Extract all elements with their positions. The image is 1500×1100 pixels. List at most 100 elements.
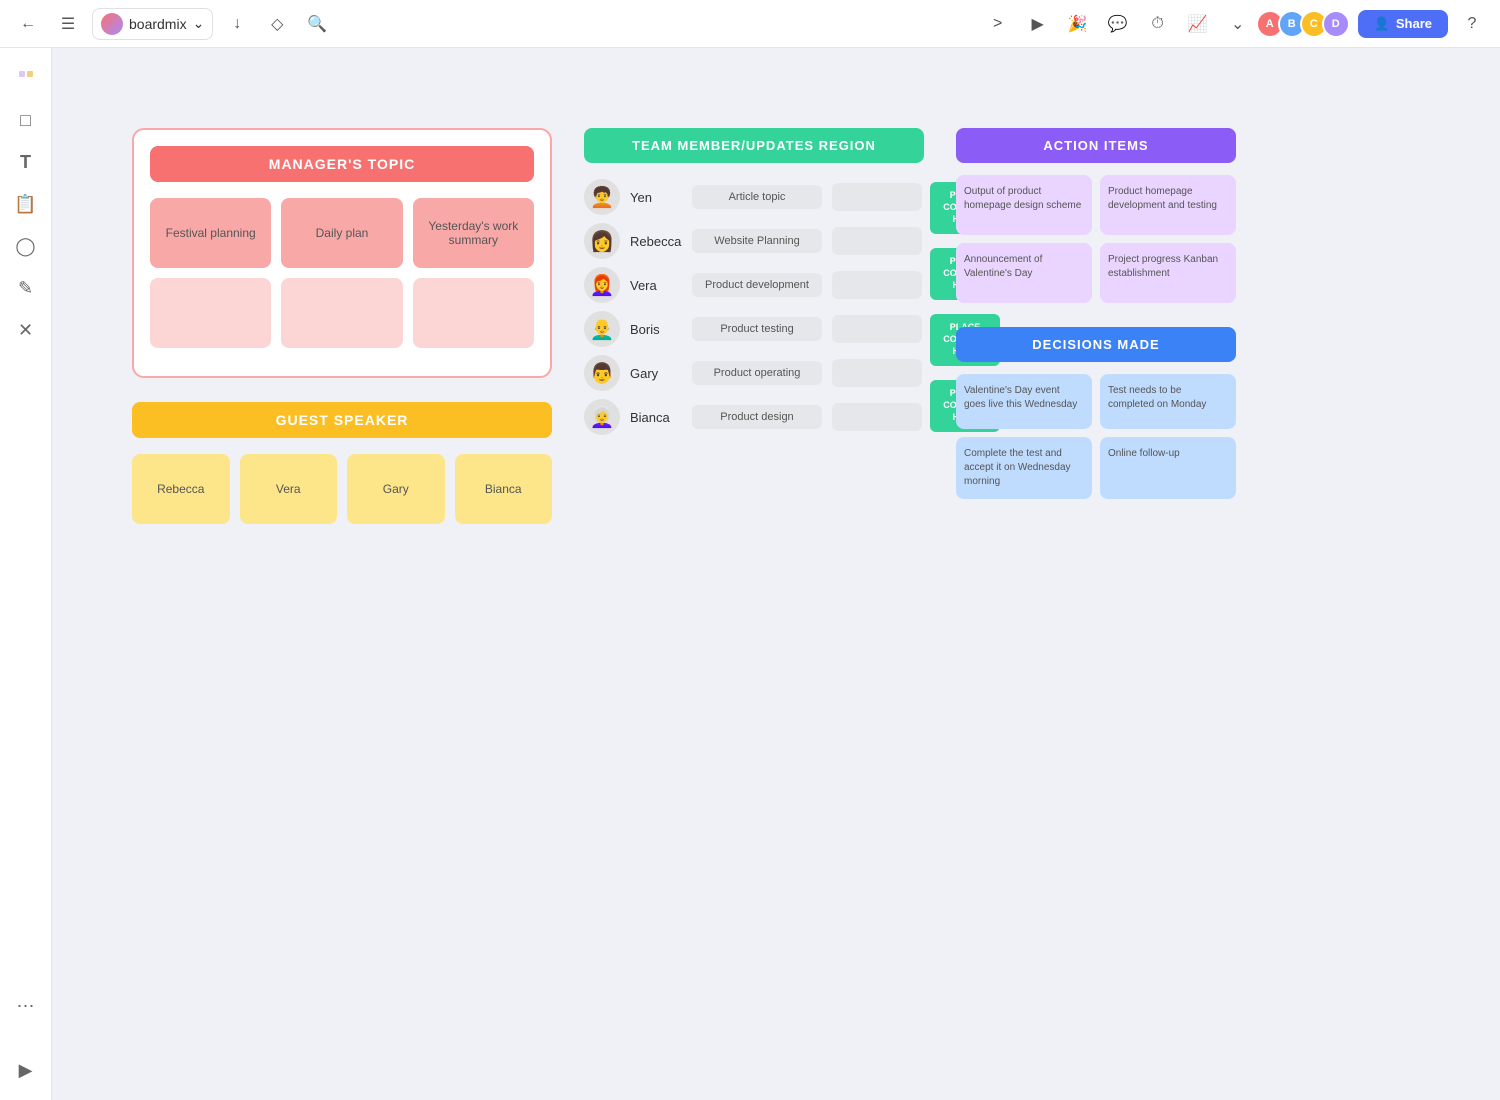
- left-column: MANAGER'S TOPIC Festival planning Daily …: [132, 128, 552, 524]
- bar-gary: [832, 359, 922, 387]
- action-cards: Output of product homepage design scheme…: [956, 175, 1236, 303]
- guest-card-gary[interactable]: Gary: [347, 454, 445, 524]
- avatar-vera: 👩‍🦰: [584, 267, 620, 303]
- sidebar-pen-tool[interactable]: ✎: [8, 270, 44, 306]
- bar-rebecca: [832, 227, 922, 255]
- name-vera: Vera: [630, 278, 682, 293]
- task-yen: Article topic: [692, 185, 822, 209]
- decisions-cards: Valentine's Day event goes live this Wed…: [956, 374, 1236, 499]
- sidebar-connector-tool[interactable]: ✕: [8, 312, 44, 348]
- canvas[interactable]: MANAGER'S TOPIC Festival planning Daily …: [52, 48, 1500, 1100]
- brand-logo[interactable]: boardmix ⌄: [92, 8, 213, 40]
- name-boris: Boris: [630, 322, 682, 337]
- team-header: TEAM MEMBER/UPDATES REGION: [584, 128, 924, 163]
- share-icon: 👤: [1374, 16, 1390, 32]
- topic-card-empty-1[interactable]: [150, 278, 271, 348]
- board: MANAGER'S TOPIC Festival planning Daily …: [132, 128, 1236, 524]
- download-button[interactable]: ↓: [221, 8, 253, 40]
- avatar-group: A B C D: [1262, 10, 1350, 38]
- action-card-3[interactable]: Announcement of Valentine's Day: [956, 243, 1092, 303]
- team-row-boris: 👨‍🦲 Boris Product testing: [584, 311, 922, 347]
- team-content: 🧑‍🦱 Yen Article topic 👩 Rebecca Website …: [584, 179, 924, 435]
- bar-boris: [832, 315, 922, 343]
- bar-vera: [832, 271, 922, 299]
- guest-card-rebecca[interactable]: Rebecca: [132, 454, 230, 524]
- avatar-yen: 🧑‍🦱: [584, 179, 620, 215]
- chart-icon[interactable]: 📈: [1182, 8, 1214, 40]
- more-toolbar-icon[interactable]: ⌄: [1222, 8, 1254, 40]
- avatar-bianca: 👩‍🦳: [584, 399, 620, 435]
- sidebar: □ T 📋 ◯ ✎ ✕ ⋯ ▶: [0, 48, 52, 1100]
- action-card-4[interactable]: Project progress Kanban establishment: [1100, 243, 1236, 303]
- toolbar: ← ☰ boardmix ⌄ ↓ ◇ 🔍 > ▶ 🎉 💬 ⏱ 📈 ⌄ A B C…: [0, 0, 1500, 48]
- sidebar-presentation-button[interactable]: ▶: [8, 1052, 44, 1088]
- avatar-gary: 👨: [584, 355, 620, 391]
- bar-yen: [832, 183, 922, 211]
- brand-name: boardmix: [129, 16, 187, 32]
- guest-card-vera[interactable]: Vera: [240, 454, 338, 524]
- comment-icon[interactable]: 💬: [1102, 8, 1134, 40]
- name-gary: Gary: [630, 366, 682, 381]
- name-yen: Yen: [630, 190, 682, 205]
- sidebar-frame-tool[interactable]: [8, 60, 44, 96]
- decisions-header: DECISIONS MADE: [956, 327, 1236, 362]
- team-rows: 🧑‍🦱 Yen Article topic 👩 Rebecca Website …: [584, 179, 922, 435]
- team-panel: TEAM MEMBER/UPDATES REGION 🧑‍🦱 Yen Artic…: [584, 128, 924, 524]
- guest-panel: GUEST SPEAKER Rebecca Vera Gary Bianca: [132, 402, 552, 524]
- team-row-yen: 🧑‍🦱 Yen Article topic: [584, 179, 922, 215]
- decision-card-2[interactable]: Test needs to be completed on Monday: [1100, 374, 1236, 429]
- task-bianca: Product design: [692, 405, 822, 429]
- task-rebecca: Website Planning: [692, 229, 822, 253]
- decision-card-3[interactable]: Complete the test and accept it on Wedne…: [956, 437, 1092, 499]
- frame-icon: [16, 68, 36, 88]
- avatar-4: D: [1322, 10, 1350, 38]
- task-gary: Product operating: [692, 361, 822, 385]
- brand-chevron: ⌄: [193, 15, 205, 32]
- topic-card-festival[interactable]: Festival planning: [150, 198, 271, 268]
- menu-button[interactable]: ☰: [52, 8, 84, 40]
- sidebar-more-button[interactable]: ⋯: [8, 988, 44, 1024]
- topic-card-daily[interactable]: Daily plan: [281, 198, 402, 268]
- task-boris: Product testing: [692, 317, 822, 341]
- decision-card-4[interactable]: Online follow-up: [1100, 437, 1236, 499]
- guest-header: GUEST SPEAKER: [132, 402, 552, 438]
- tag-button[interactable]: ◇: [261, 8, 293, 40]
- help-button[interactable]: ?: [1456, 8, 1488, 40]
- avatar-rebecca: 👩: [584, 223, 620, 259]
- sidebar-select-tool[interactable]: □: [8, 102, 44, 138]
- managers-header: MANAGER'S TOPIC: [150, 146, 534, 182]
- timer-icon[interactable]: ⏱: [1142, 8, 1174, 40]
- team-row-rebecca: 👩 Rebecca Website Planning: [584, 223, 922, 259]
- task-vera: Product development: [692, 273, 822, 297]
- action-panel: ACTION ITEMS Output of product homepage …: [956, 128, 1236, 524]
- brand-icon: [101, 13, 123, 35]
- sidebar-sticky-tool[interactable]: 📋: [8, 186, 44, 222]
- action-header: ACTION ITEMS: [956, 128, 1236, 163]
- sidebar-text-tool[interactable]: T: [8, 144, 44, 180]
- team-row-vera: 👩‍🦰 Vera Product development: [584, 267, 922, 303]
- topic-card-empty-3[interactable]: [413, 278, 534, 348]
- topic-card-empty-2[interactable]: [281, 278, 402, 348]
- toolbar-right: > ▶ 🎉 💬 ⏱ 📈 ⌄ A B C D 👤 Share ?: [982, 8, 1488, 40]
- confetti-icon[interactable]: 🎉: [1062, 8, 1094, 40]
- sidebar-shape-tool[interactable]: ◯: [8, 228, 44, 264]
- team-row-gary: 👨 Gary Product operating: [584, 355, 922, 391]
- play-icon[interactable]: ▶: [1022, 8, 1054, 40]
- name-bianca: Bianca: [630, 410, 682, 425]
- guest-card-bianca[interactable]: Bianca: [455, 454, 553, 524]
- managers-panel: MANAGER'S TOPIC Festival planning Daily …: [132, 128, 552, 378]
- avatar-boris: 👨‍🦲: [584, 311, 620, 347]
- share-label: Share: [1396, 16, 1432, 31]
- bar-bianca: [832, 403, 922, 431]
- action-card-2[interactable]: Product homepage development and testing: [1100, 175, 1236, 235]
- guest-cards: Rebecca Vera Gary Bianca: [132, 454, 552, 524]
- team-row-bianca: 👩‍🦳 Bianca Product design: [584, 399, 922, 435]
- chevron-right-icon[interactable]: >: [982, 8, 1014, 40]
- decision-card-1[interactable]: Valentine's Day event goes live this Wed…: [956, 374, 1092, 429]
- topic-card-yesterday[interactable]: Yesterday's work summary: [413, 198, 534, 268]
- search-button[interactable]: 🔍: [301, 8, 333, 40]
- managers-cards: Festival planning Daily plan Yesterday's…: [150, 198, 534, 348]
- back-button[interactable]: ←: [12, 8, 44, 40]
- action-card-1[interactable]: Output of product homepage design scheme: [956, 175, 1092, 235]
- share-button[interactable]: 👤 Share: [1358, 10, 1448, 38]
